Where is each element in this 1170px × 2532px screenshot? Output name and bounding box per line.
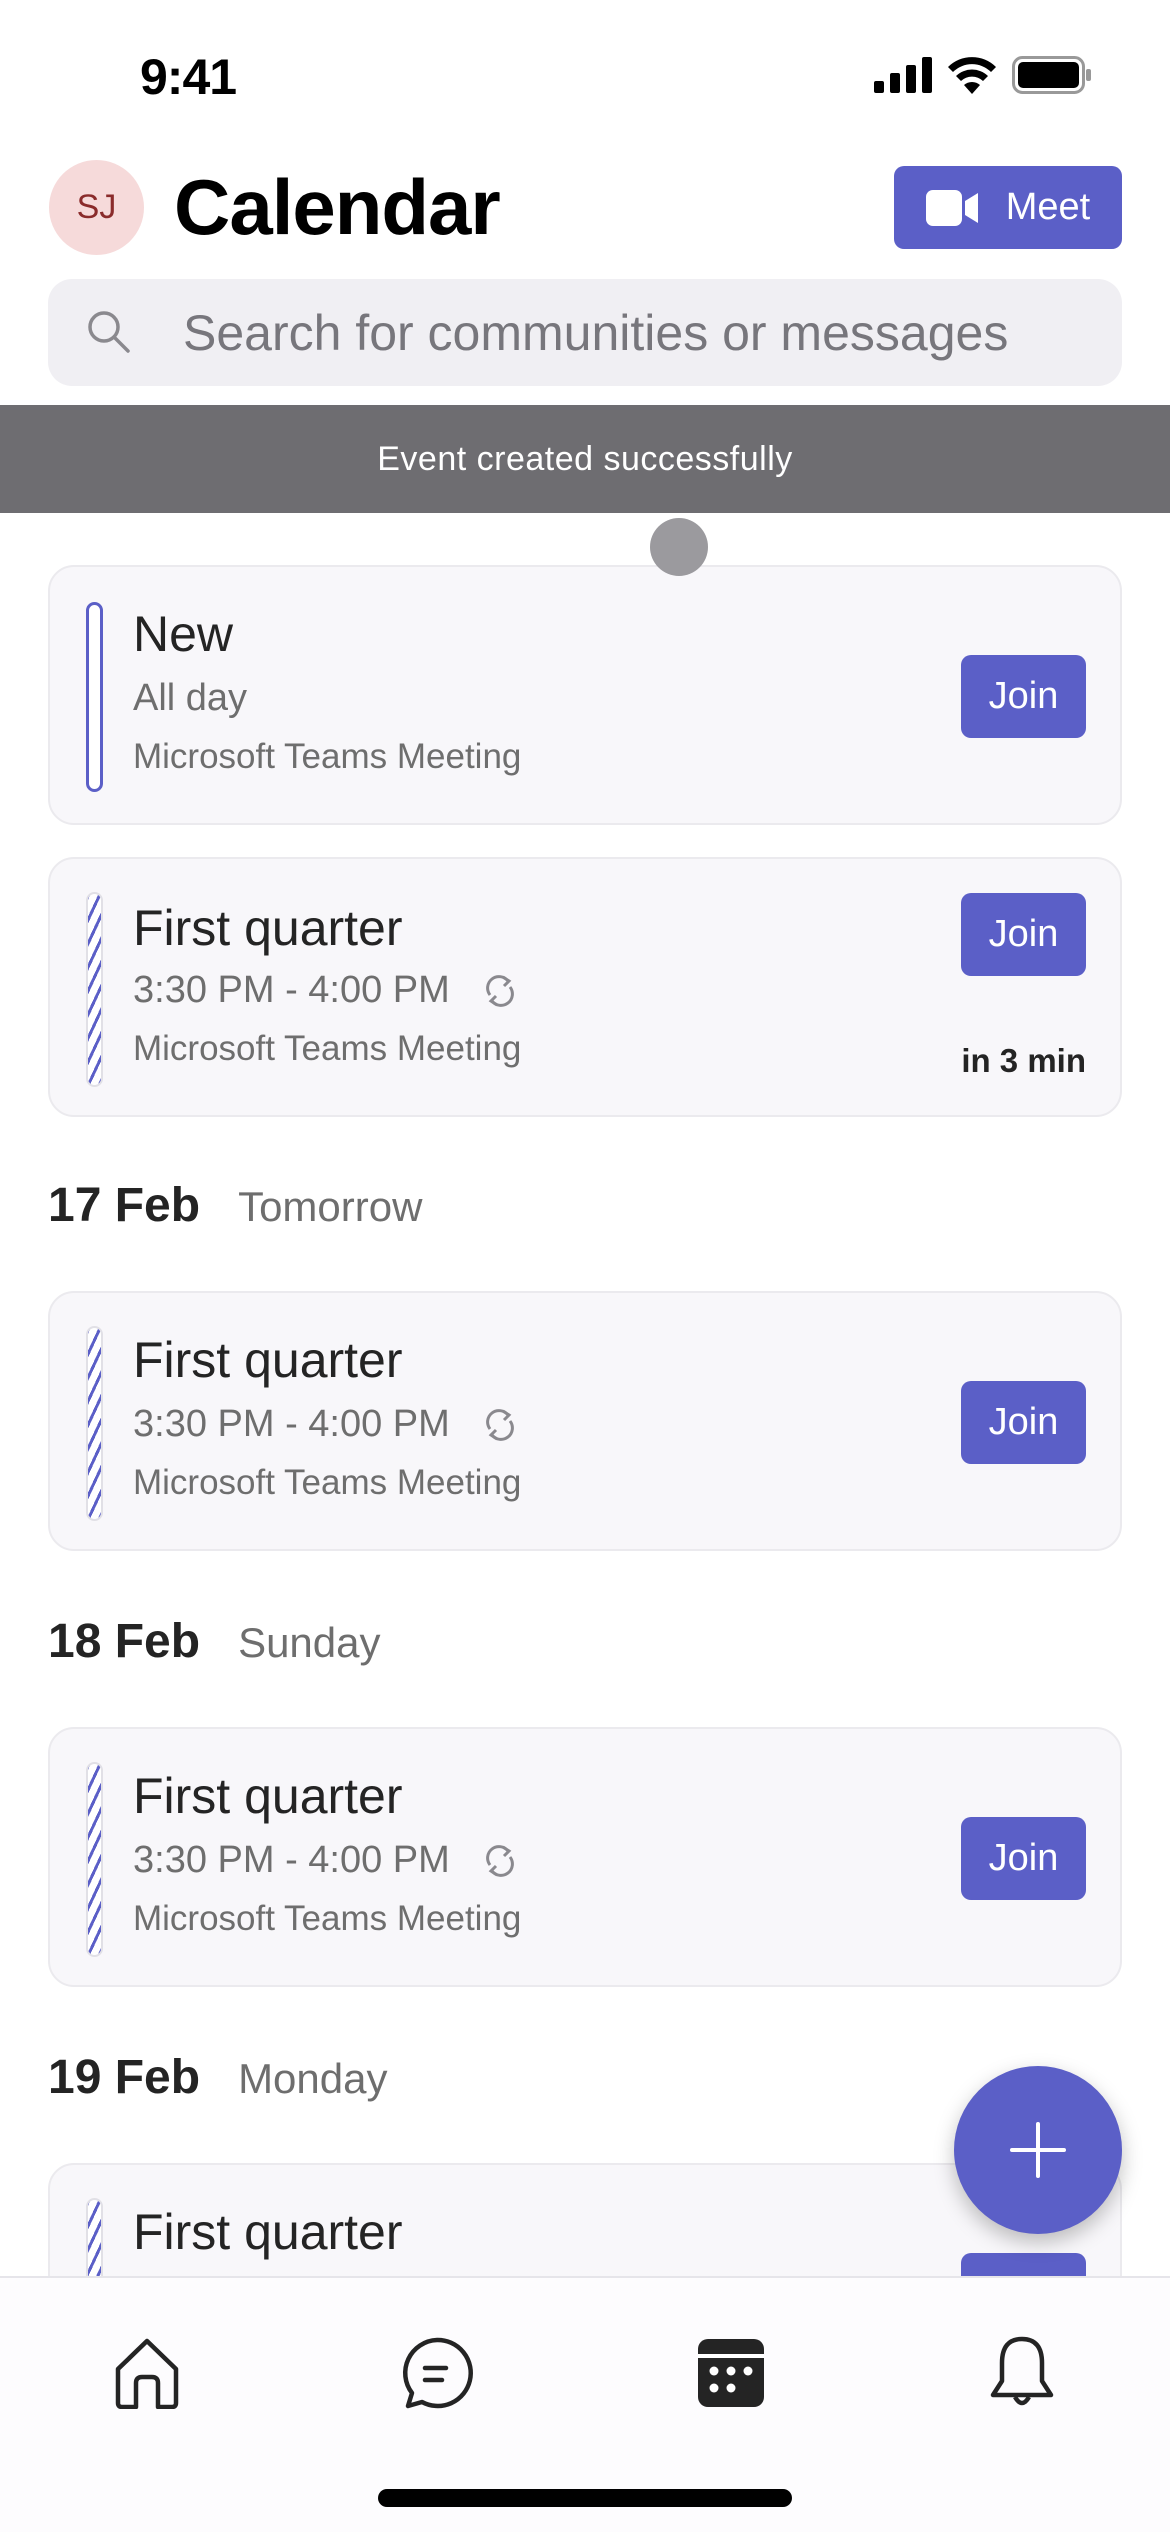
join-button[interactable]: Join <box>961 1381 1086 1464</box>
cellular-signal-icon <box>874 57 932 93</box>
event-eta: in 3 min <box>961 1042 1086 1079</box>
recurring-icon <box>485 1408 514 1441</box>
status-time: 9:41 <box>140 49 237 105</box>
event-title: First quarter <box>133 1768 403 1824</box>
event-location: Microsoft Teams Meeting <box>133 1899 522 1938</box>
wifi-icon <box>948 57 996 94</box>
calendar-icon <box>698 2339 764 2407</box>
meet-label: Meet <box>1005 186 1091 228</box>
recurring-icon <box>485 1844 514 1877</box>
weekday-label: Sunday <box>238 1619 381 1666</box>
event-color-bar <box>86 1326 103 1521</box>
event-card[interactable]: First quarter 3:30 PM - 4:00 PM Microsof… <box>48 1727 1122 1987</box>
tab-activity[interactable] <box>977 2328 1067 2418</box>
event-title: First quarter <box>133 2204 403 2260</box>
event-card[interactable]: New All day Microsoft Teams Meeting Join <box>48 565 1122 825</box>
event-color-bar <box>86 1762 103 1957</box>
status-icons <box>874 56 1092 94</box>
date-header: 19 Feb Monday <box>48 2050 387 2105</box>
meet-button[interactable]: Meet <box>894 166 1122 249</box>
event-location: Microsoft Teams Meeting <box>133 1463 522 1502</box>
home-indicator[interactable] <box>378 2489 792 2507</box>
join-button[interactable]: Join <box>961 1817 1086 1900</box>
event-time: 3:30 PM - 4:00 PM <box>133 1403 450 1445</box>
event-color-bar <box>86 602 103 792</box>
home-icon <box>115 2338 179 2409</box>
event-title: New <box>133 606 234 662</box>
avatar-initials: SJ <box>76 188 117 226</box>
event-location: Microsoft Teams Meeting <box>133 1029 522 1068</box>
event-time-row: All day <box>133 677 247 720</box>
event-time-row: 3:30 PM - 4:00 PM <box>133 1839 520 1882</box>
event-time: 3:30 PM - 4:00 PM <box>133 1839 450 1881</box>
date-header: 17 Feb Tomorrow <box>48 1178 422 1233</box>
tab-chat[interactable] <box>392 2328 482 2418</box>
search-input[interactable] <box>183 279 1083 386</box>
event-time-row: 3:30 PM - 4:00 PM <box>133 969 520 1012</box>
new-event-button[interactable] <box>954 2066 1122 2234</box>
drag-handle-dot[interactable] <box>650 518 708 576</box>
event-card[interactable]: First quarter 3:30 PM - 4:00 PM Microsof… <box>48 1291 1122 1551</box>
page-title: Calendar <box>174 163 501 251</box>
event-time: All day <box>133 677 248 719</box>
toast-notification: Event created successfully <box>0 405 1170 513</box>
event-time-row: 3:30 PM - 4:00 PM <box>133 1403 520 1446</box>
toast-message: Event created successfully <box>377 439 793 478</box>
event-title: First quarter <box>133 900 403 956</box>
join-button[interactable]: Join <box>961 655 1086 738</box>
tab-calendar[interactable] <box>686 2328 776 2418</box>
event-time: 3:30 PM - 4:00 PM <box>133 969 450 1011</box>
recurring-icon <box>485 974 514 1007</box>
avatar[interactable]: SJ <box>49 160 144 255</box>
event-color-bar <box>86 892 103 1087</box>
tab-home[interactable] <box>102 2328 192 2418</box>
weekday-label: Monday <box>238 2055 388 2102</box>
search-bar[interactable] <box>48 279 1122 386</box>
date-label: 18 Feb <box>48 1615 201 1668</box>
bell-icon <box>990 2336 1054 2406</box>
chat-icon <box>402 2337 473 2409</box>
weekday-label: Tomorrow <box>238 1183 423 1230</box>
date-header: 18 Feb Sunday <box>48 1614 381 1669</box>
event-title: First quarter <box>133 1332 403 1388</box>
date-label: 19 Feb <box>48 2051 201 2104</box>
join-button[interactable]: Join <box>961 893 1086 976</box>
event-location: Microsoft Teams Meeting <box>133 737 522 776</box>
battery-icon <box>1012 56 1091 94</box>
video-camera-icon <box>925 189 978 226</box>
search-icon <box>88 311 130 353</box>
plus-icon <box>1010 2122 1066 2178</box>
event-card[interactable]: First quarter 3:30 PM - 4:00 PM Microsof… <box>48 857 1122 1117</box>
date-label: 17 Feb <box>48 1179 201 1232</box>
